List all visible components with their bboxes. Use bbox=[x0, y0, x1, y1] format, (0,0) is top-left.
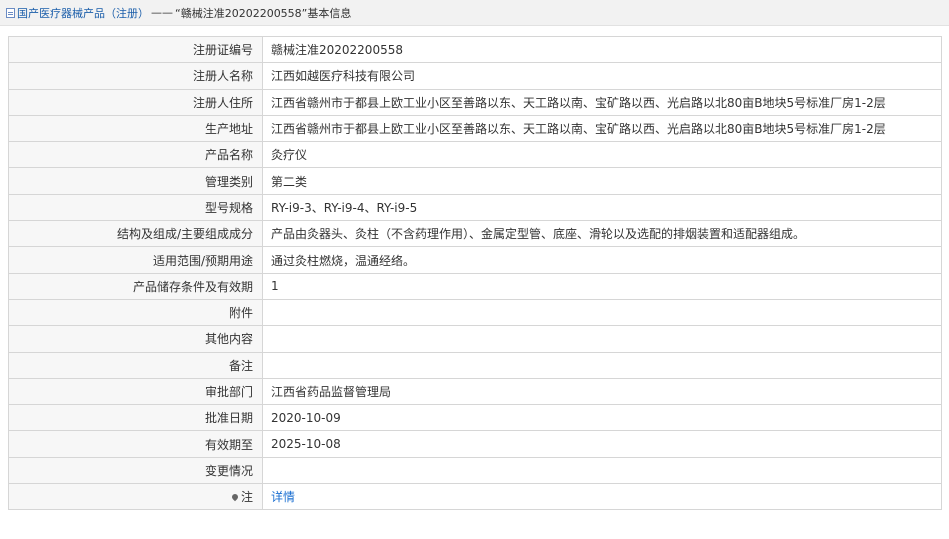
table-row: 备注 bbox=[8, 351, 942, 379]
field-value: 江西省赣州市于都县上欧工业小区至善路以东、天工路以南、宝矿路以西、光启路以北80… bbox=[262, 88, 942, 116]
note-label: 注 bbox=[240, 490, 253, 505]
field-label: 注册人名称 bbox=[8, 62, 263, 90]
field-value: 江西省药品监督管理局 bbox=[262, 377, 942, 406]
field-label: 生产地址 bbox=[8, 114, 263, 143]
field-label: 型号规格 bbox=[8, 193, 263, 222]
field-value: 1 bbox=[262, 272, 942, 300]
table-row: 生产地址 江西省赣州市于都县上欧工业小区至善路以东、天工路以南、宝矿路以西、光启路… bbox=[8, 114, 942, 143]
table-row: 变更情况 bbox=[8, 456, 942, 485]
field-label: 有效期至 bbox=[8, 430, 263, 458]
field-value: 灸疗仪 bbox=[262, 141, 942, 169]
table-row: 附件 bbox=[8, 298, 942, 327]
table-row: 型号规格 RY-i9-3、RY-i9-4、RY-i9-5 bbox=[8, 193, 942, 222]
field-label: 附件 bbox=[8, 298, 263, 327]
field-value: 江西省赣州市于都县上欧工业小区至善路以东、天工路以南、宝矿路以西、光启路以北80… bbox=[262, 114, 942, 143]
table-row: 审批部门 江西省药品监督管理局 bbox=[8, 377, 942, 406]
field-label: 结构及组成/主要组成成分 bbox=[8, 220, 263, 248]
field-label: 批准日期 bbox=[8, 404, 263, 432]
table-row: 适用范围/预期用途 通过灸柱燃烧，温通经络。 bbox=[8, 246, 942, 274]
field-label: 审批部门 bbox=[8, 377, 263, 406]
table-row: 结构及组成/主要组成成分 产品由灸器头、灸柱（不含药理作用）、金属定型管、底座、滑… bbox=[8, 220, 942, 248]
field-value bbox=[262, 456, 942, 485]
field-label-note: 注 bbox=[8, 483, 263, 511]
table-row: 有效期至 2025-10-08 bbox=[8, 430, 942, 458]
field-value bbox=[262, 351, 942, 379]
table-row: 注册人住所 江西省赣州市于都县上欧工业小区至善路以东、天工路以南、宝矿路以西、光启… bbox=[8, 88, 942, 116]
field-value: 产品由灸器头、灸柱（不含药理作用）、金属定型管、底座、滑轮以及选配的排烟装置和适… bbox=[262, 220, 942, 248]
field-value bbox=[262, 298, 942, 327]
field-label: 产品名称 bbox=[8, 141, 263, 169]
registration-info-table: 注册证编号 赣械注准20202200558 注册人名称 江西如越医疗科技有限公司 注册人… bbox=[8, 35, 942, 511]
field-label: 注册人住所 bbox=[8, 88, 263, 116]
table-row: 产品储存条件及有效期 1 bbox=[8, 272, 942, 300]
field-value: 第二类 bbox=[262, 167, 942, 195]
breadcrumb-separator: —— bbox=[151, 6, 173, 19]
field-value: RY-i9-3、RY-i9-4、RY-i9-5 bbox=[262, 193, 942, 222]
table-row: 其他内容 bbox=[8, 325, 942, 353]
breadcrumb-current: “赣械注准20202200558”基本信息 bbox=[175, 6, 352, 20]
table-row-note: 注详情 bbox=[8, 483, 942, 511]
table-row: 注册人名称 江西如越医疗科技有限公司 bbox=[8, 62, 942, 90]
field-value: 赣械注准20202200558 bbox=[262, 35, 942, 64]
table-row: 批准日期 2020-10-09 bbox=[8, 404, 942, 432]
field-label: 变更情况 bbox=[8, 456, 263, 485]
table-row: 产品名称 灸疗仪 bbox=[8, 141, 942, 169]
field-label: 其他内容 bbox=[8, 325, 263, 353]
table-row: 管理类别 第二类 bbox=[8, 167, 942, 195]
breadcrumb: 国产医疗器械产品（注册） —— “赣械注准20202200558”基本信息 bbox=[0, 0, 949, 26]
field-label: 管理类别 bbox=[8, 167, 263, 195]
field-value: 江西如越医疗科技有限公司 bbox=[262, 62, 942, 90]
field-value: 2025-10-08 bbox=[262, 430, 942, 458]
field-value: 通过灸柱燃烧，温通经络。 bbox=[262, 246, 942, 274]
field-label: 产品储存条件及有效期 bbox=[8, 272, 263, 300]
document-icon bbox=[6, 7, 15, 18]
field-label: 适用范围/预期用途 bbox=[8, 246, 263, 274]
field-label: 备注 bbox=[8, 351, 263, 379]
field-value bbox=[262, 325, 942, 353]
details-link[interactable]: 详情 bbox=[262, 483, 942, 511]
field-value: 2020-10-09 bbox=[262, 404, 942, 432]
table-row: 注册证编号 赣械注准20202200558 bbox=[8, 35, 942, 64]
pin-icon bbox=[230, 492, 240, 502]
breadcrumb-root-link[interactable]: 国产医疗器械产品（注册） bbox=[17, 5, 149, 21]
field-label: 注册证编号 bbox=[8, 35, 263, 64]
